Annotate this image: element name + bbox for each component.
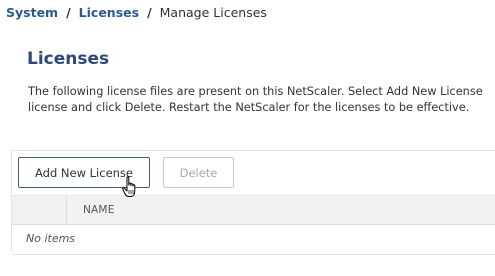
breadcrumb-licenses-link[interactable]: Licenses bbox=[79, 5, 139, 20]
empty-table-message: No items bbox=[26, 232, 76, 245]
breadcrumb: System / Licenses / Manage Licenses bbox=[6, 5, 267, 21]
table-header: NAME bbox=[12, 195, 495, 225]
select-all-column[interactable] bbox=[12, 196, 67, 224]
delete-button[interactable]: Delete bbox=[163, 157, 234, 188]
description-line-1: The following license files are present … bbox=[28, 85, 483, 98]
page-description: The following license files are present … bbox=[28, 84, 495, 116]
table-toolbar: Add New License Delete bbox=[12, 151, 495, 194]
hand-pointer-icon bbox=[122, 176, 136, 197]
breadcrumb-separator: / bbox=[66, 5, 71, 20]
empty-table-row: No items bbox=[12, 224, 495, 255]
breadcrumb-current: Manage Licenses bbox=[159, 5, 267, 20]
column-header-name[interactable]: NAME bbox=[83, 204, 115, 216]
page-title: Licenses bbox=[27, 49, 110, 69]
licenses-table-panel: Add New License Delete NAME No items bbox=[11, 150, 495, 255]
breadcrumb-system-link[interactable]: System bbox=[6, 5, 58, 20]
description-line-2: license and click Delete. Restart the Ne… bbox=[28, 101, 470, 114]
breadcrumb-separator: / bbox=[147, 5, 152, 20]
